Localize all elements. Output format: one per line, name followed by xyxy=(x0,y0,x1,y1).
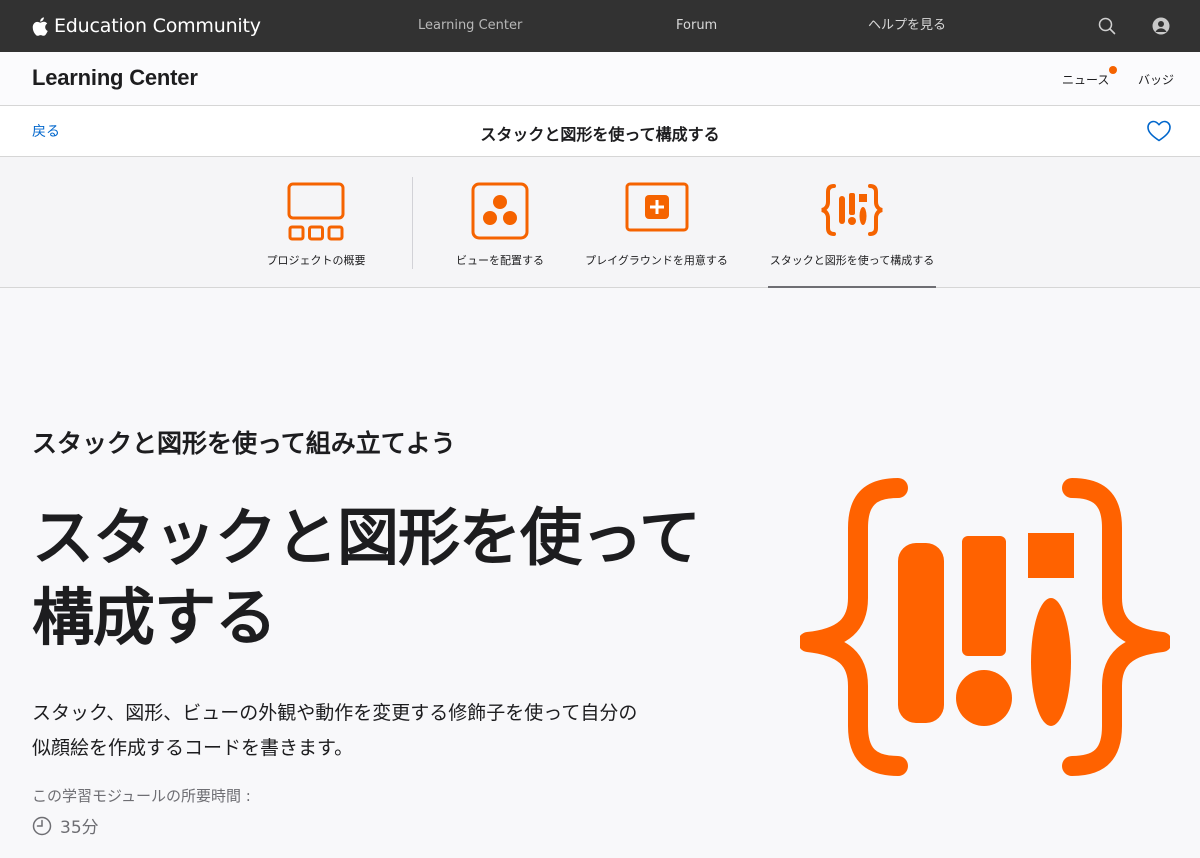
tab-label: プロジェクトの概要 xyxy=(266,254,366,267)
tab-stacks-shapes[interactable]: スタックと図形を使って構成する xyxy=(768,157,936,288)
playground-icon xyxy=(625,182,689,236)
project-overview-icon xyxy=(287,182,345,246)
news-link[interactable]: ニュース xyxy=(1062,71,1109,88)
apple-logo-icon xyxy=(32,16,48,36)
nav-help[interactable]: ヘルプを見る xyxy=(868,0,946,52)
stacks-shapes-icon xyxy=(798,478,1172,782)
clock-icon xyxy=(32,816,52,835)
badges-link[interactable]: バッジ xyxy=(1138,71,1174,88)
hero-section: スタックと図形を使って組み立てよう スタックと図形を使って 構成する スタック、… xyxy=(0,288,1200,858)
nav-learning-center[interactable]: Learning Center xyxy=(418,0,522,52)
hero-description-line-1: スタック、図形、ビューの外観や動作を変更する修飾子を使って自分の xyxy=(32,702,638,724)
stacks-shapes-icon xyxy=(820,182,884,242)
duration: 35分 xyxy=(32,813,99,838)
search-icon[interactable] xyxy=(1097,16,1117,36)
section-header: Learning Center ニュース バッジ xyxy=(0,52,1200,106)
nav-forum[interactable]: Forum xyxy=(676,0,717,52)
tab-project-overview[interactable]: プロジェクトの概要 xyxy=(262,157,370,288)
tab-arrange-views[interactable]: ビューを配置する xyxy=(450,157,550,288)
tab-label: プレイグラウンドを用意する xyxy=(585,254,728,267)
hero-title-line-1: スタックと図形を使って xyxy=(32,501,701,574)
brand-title: Education Community xyxy=(54,15,261,37)
section-title[interactable]: Learning Center xyxy=(32,65,198,91)
arrange-views-icon xyxy=(471,182,529,244)
hero-description-line-2: 似顔絵を作成するコードを書きます。 xyxy=(32,737,354,759)
heart-icon[interactable] xyxy=(1146,119,1172,147)
tab-label: ビューを配置する xyxy=(456,254,544,267)
tab-prepare-playground[interactable]: プレイグラウンドを用意する xyxy=(584,157,729,288)
global-nav: Education Community Learning Center Foru… xyxy=(0,0,1200,52)
duration-label: この学習モジュールの所要時間 : xyxy=(32,787,251,805)
brand-link[interactable]: Education Community xyxy=(32,0,261,52)
module-subnav: 戻る スタックと図形を使って構成する xyxy=(0,106,1200,157)
hero-description: スタック、図形、ビューの外観や動作を変更する修飾子を使って自分の 似顔絵を作成す… xyxy=(32,696,692,766)
tab-divider xyxy=(412,177,413,269)
news-notification-dot xyxy=(1109,66,1117,74)
tab-label: スタックと図形を使って構成する xyxy=(769,254,935,267)
module-tabs: プロジェクトの概要 ビューを配置する プレイグラウンドを用意する スタックと図形… xyxy=(0,157,1200,288)
duration-value: 35分 xyxy=(60,818,99,838)
hero-eyebrow: スタックと図形を使って組み立てよう xyxy=(32,429,456,458)
user-account-icon[interactable] xyxy=(1151,16,1171,36)
hero-title: スタックと図形を使って 構成する xyxy=(32,498,712,658)
hero-title-line-2: 構成する xyxy=(32,581,277,654)
module-title: スタックと図形を使って構成する xyxy=(480,125,720,144)
